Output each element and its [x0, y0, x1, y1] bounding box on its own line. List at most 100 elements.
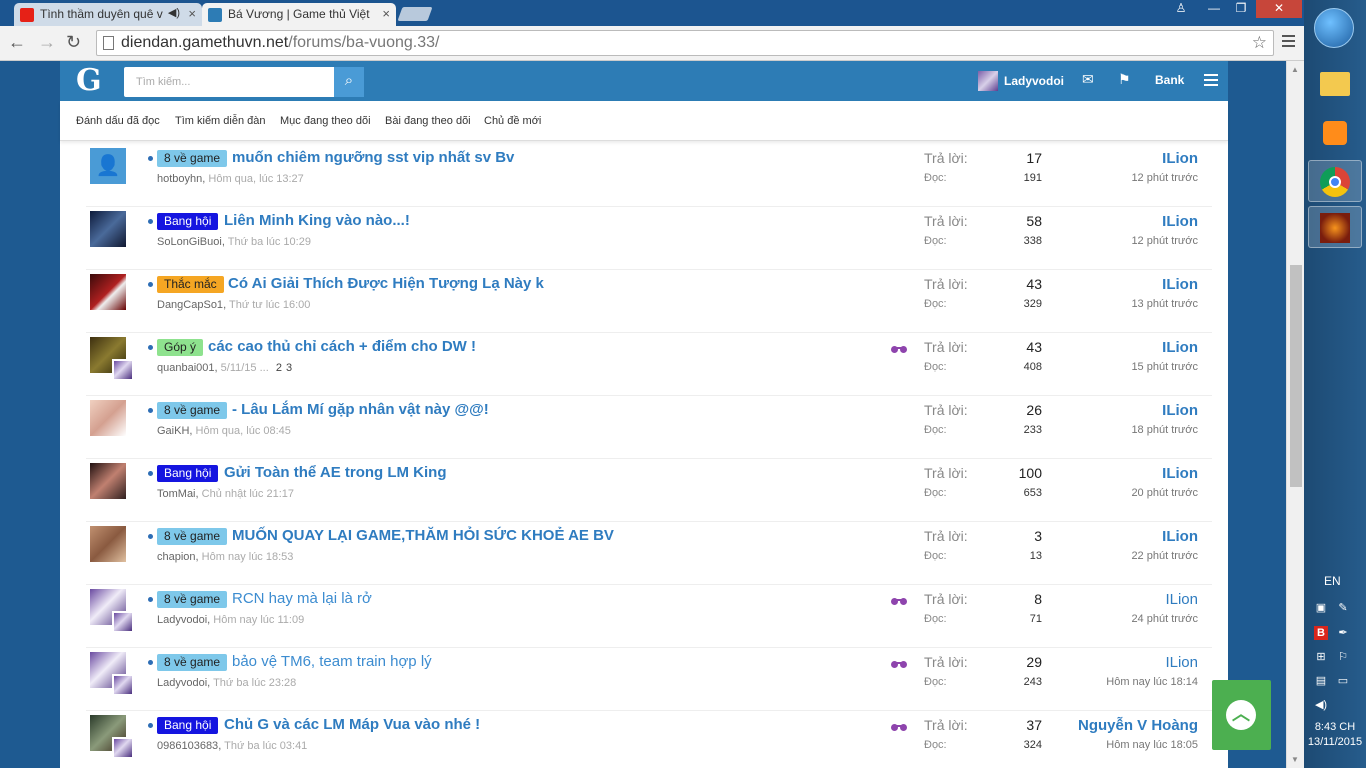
thread-author[interactable]: chapion	[157, 551, 196, 563]
thread-prefix[interactable]: 8 về game	[157, 591, 228, 608]
last-post-time[interactable]: 13 phút trước	[1046, 298, 1198, 310]
thread-prefix[interactable]: 8 về game	[157, 402, 228, 419]
avatar[interactable]	[90, 526, 126, 562]
thread-prefix[interactable]: Bang hội	[157, 213, 219, 230]
avatar[interactable]	[90, 274, 126, 310]
subnav-search-forum[interactable]: Tìm kiếm diễn đàn	[175, 115, 265, 127]
last-poster-avatar[interactable]	[112, 359, 134, 381]
media-player-taskbar-button[interactable]	[1308, 112, 1362, 154]
thread-title[interactable]: - Lâu Lắm Mí gặp nhân vật này @@!	[232, 401, 489, 418]
close-tab-icon[interactable]: ×	[188, 6, 196, 21]
thread-date[interactable]: Chủ nhật lúc 21:17	[202, 488, 294, 500]
last-poster[interactable]: ILion	[1046, 339, 1198, 356]
page-link[interactable]: 2	[276, 362, 282, 374]
thread-date[interactable]: Thứ ba lúc 10:29	[228, 236, 311, 248]
scroll-up-icon[interactable]: ▲	[1291, 65, 1299, 74]
thread-prefix[interactable]: 8 về game	[157, 528, 228, 545]
thread-author[interactable]: DangCapSo1	[157, 299, 223, 311]
last-post-time[interactable]: 12 phút trước	[1046, 172, 1198, 184]
bank-link[interactable]: Bank	[1155, 73, 1184, 87]
thread-row[interactable]: 👤 8 về game muốn chiêm ngưỡng sst vip nhất…	[86, 144, 1212, 207]
thread-date[interactable]: Thứ ba lúc 23:28	[213, 677, 296, 689]
last-poster[interactable]: ILion	[1046, 654, 1198, 671]
thread-author[interactable]: SoLonGiBuoi	[157, 236, 222, 248]
thread-author[interactable]: quanbai001	[157, 362, 215, 374]
thread-author[interactable]: Ladyvodoi	[157, 677, 207, 689]
thread-date[interactable]: Thứ ba lúc 03:41	[224, 740, 307, 752]
scroll-down-icon[interactable]: ▼	[1291, 755, 1299, 764]
search-input[interactable]: Tìm kiếm...	[124, 67, 334, 97]
back-to-top-button[interactable]: ︿	[1212, 680, 1271, 750]
subnav-watched-threads[interactable]: Bài đang theo dõi	[385, 115, 471, 127]
new-tab-button[interactable]	[397, 7, 433, 21]
last-poster[interactable]: ILion	[1046, 150, 1198, 167]
last-post-time[interactable]: 15 phút trước	[1046, 361, 1198, 373]
thread-title[interactable]: Chủ G và các LM Máp Vua vào nhé !	[224, 716, 480, 733]
thread-row[interactable]: 8 về game - Lâu Lắm Mí gặp nhân vật này @…	[86, 396, 1212, 459]
avatar[interactable]	[90, 400, 126, 436]
tray-device-icon[interactable]: ▤	[1314, 674, 1328, 688]
thread-title[interactable]: muốn chiêm ngưỡng sst vip nhất sv Bv	[232, 149, 514, 166]
mail-icon[interactable]: ✉	[1082, 71, 1094, 88]
thread-prefix[interactable]: 8 về game	[157, 654, 228, 671]
thread-title[interactable]: MUỐN QUAY LẠI GAME,THĂM HỎI SỨC KHOẺ AE …	[232, 527, 614, 544]
tray-flag-icon[interactable]: ⚐	[1336, 650, 1350, 664]
tray-bkav-icon[interactable]: B	[1314, 626, 1328, 640]
search-icon[interactable]: ⌕	[334, 67, 364, 97]
thread-date[interactable]: Hôm nay lúc 11:09	[213, 614, 304, 626]
tray-volume-icon[interactable]: ◀)	[1314, 698, 1328, 712]
thread-prefix[interactable]: 8 về game	[157, 150, 228, 167]
last-poster[interactable]: ILion	[1046, 276, 1198, 293]
thread-title[interactable]: Liên Minh King vào nào...!	[224, 212, 410, 229]
close-window-button[interactable]: ✕	[1256, 0, 1302, 18]
thread-author[interactable]: hotboyhn	[157, 173, 202, 185]
tray-pen-icon[interactable]: ✒	[1336, 626, 1350, 640]
subnav-new-thread[interactable]: Chủ đề mới	[484, 115, 541, 127]
chrome-taskbar-button[interactable]	[1308, 160, 1362, 202]
last-poster[interactable]: ILion	[1046, 465, 1198, 482]
bookmark-star-icon[interactable]: ☆	[1252, 33, 1267, 53]
restore-button[interactable]: ❐	[1228, 0, 1254, 18]
thread-title[interactable]: RCN hay mà lại là rở	[232, 590, 372, 607]
back-icon[interactable]: ←	[8, 32, 26, 53]
thread-author[interactable]: GaiKH	[157, 425, 189, 437]
user-icon[interactable]: ♙	[1168, 0, 1194, 18]
scrollbar-thumb[interactable]	[1290, 265, 1302, 487]
avatar[interactable]	[90, 211, 126, 247]
tray-display-icon[interactable]: ▭	[1336, 674, 1350, 688]
site-logo[interactable]: G	[76, 63, 102, 98]
last-post-time[interactable]: 24 phút trước	[1046, 613, 1198, 625]
last-poster[interactable]: ILion	[1046, 591, 1198, 608]
thread-date[interactable]: Hôm nay lúc 18:53	[202, 551, 294, 563]
thread-title[interactable]: bảo vệ TM6, team train hợp lý	[232, 653, 432, 670]
tray-network-icon[interactable]: ▣	[1314, 601, 1328, 615]
avatar[interactable]: 👤	[90, 148, 126, 184]
start-button[interactable]	[1314, 8, 1354, 48]
reload-icon[interactable]: ↻	[66, 32, 81, 53]
tray-windows-icon[interactable]: ⊞	[1314, 650, 1328, 664]
thread-date[interactable]: 5/11/15	[221, 362, 257, 374]
thread-row[interactable]: Góp ý các cao thủ chỉ cách + điểm cho DW …	[86, 333, 1212, 396]
thread-prefix[interactable]: Bang hội	[157, 465, 219, 482]
forward-icon[interactable]: →	[38, 32, 56, 53]
last-post-time[interactable]: 20 phút trước	[1046, 487, 1198, 499]
last-post-time[interactable]: 22 phút trước	[1046, 550, 1198, 562]
minimize-button[interactable]: —	[1200, 0, 1228, 18]
last-post-time[interactable]: 12 phút trước	[1046, 235, 1198, 247]
tab-youtube[interactable]: Tình thầm duyên quê v ◀) ×	[14, 3, 202, 26]
system-clock[interactable]: 8:43 CH 13/11/2015	[1304, 720, 1366, 750]
thread-author[interactable]: TomMai	[157, 488, 196, 500]
thread-row[interactable]: 8 về game MUỐN QUAY LẠI GAME,THĂM HỎI SỨC…	[86, 522, 1212, 585]
last-poster[interactable]: ILion	[1046, 528, 1198, 545]
thread-row[interactable]: Bang hội Liên Minh King vào nào...! SoLonG…	[86, 207, 1212, 270]
thread-title[interactable]: các cao thủ chỉ cách + điểm cho DW !	[208, 338, 476, 355]
thread-row[interactable]: 8 về game bảo vệ TM6, team train hợp lý La…	[86, 648, 1212, 711]
subnav-mark-read[interactable]: Đánh dấu đã đọc	[76, 115, 160, 127]
close-tab-icon[interactable]: ×	[382, 6, 390, 21]
last-poster-avatar[interactable]	[112, 674, 134, 696]
avatar[interactable]	[90, 463, 126, 499]
last-poster-avatar[interactable]	[112, 737, 134, 759]
thread-prefix[interactable]: Góp ý	[157, 339, 204, 356]
thread-row[interactable]: Bang hội Chủ G và các LM Máp Vua vào nhé …	[86, 711, 1212, 768]
last-poster[interactable]: ILion	[1046, 213, 1198, 230]
